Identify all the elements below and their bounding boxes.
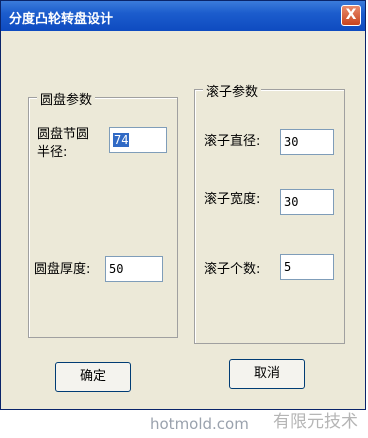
- disc-thickness-input[interactable]: 50: [105, 256, 163, 282]
- pitch-radius-input[interactable]: 74: [109, 127, 167, 153]
- close-button[interactable]: X: [341, 5, 361, 26]
- pitch-radius-label-line1: 圆盘节圆: [37, 127, 90, 142]
- roller-count-value: 5: [284, 260, 292, 274]
- cancel-button[interactable]: 取消: [229, 359, 305, 389]
- disc-thickness-value: 50: [109, 262, 124, 276]
- roller-width-value: 30: [284, 195, 299, 209]
- dialog-window: 分度凸轮转盘设计 X 圆盘参数 圆盘节圆 半径: 74 圆盘厚度: 50 滚子参…: [0, 0, 366, 410]
- disc-thickness-label: 圆盘厚度:: [34, 262, 91, 277]
- roller-params-legend: 滚子参数: [203, 81, 262, 100]
- roller-width-label: 滚子宽度:: [204, 192, 261, 207]
- roller-params-group: 滚子参数: [194, 81, 345, 344]
- pitch-radius-label-line2: 半径:: [37, 145, 68, 160]
- watermark-brand: 有限元技术: [273, 412, 358, 432]
- roller-diameter-label: 滚子直径:: [204, 134, 261, 149]
- ok-button[interactable]: 确定: [55, 362, 131, 392]
- roller-diameter-input[interactable]: 30: [280, 129, 334, 155]
- roller-width-input[interactable]: 30: [280, 189, 334, 215]
- roller-count-input[interactable]: 5: [280, 254, 334, 280]
- title-bar[interactable]: 分度凸轮转盘设计 X: [1, 1, 365, 31]
- window-title: 分度凸轮转盘设计: [9, 12, 114, 27]
- watermark-site: hotmold.com: [150, 415, 249, 433]
- roller-diameter-value: 30: [284, 135, 299, 149]
- roller-count-label: 滚子个数:: [204, 262, 261, 277]
- close-icon: X: [345, 7, 357, 23]
- disc-params-legend: 圆盘参数: [37, 89, 96, 108]
- pitch-radius-value: 74: [113, 133, 130, 147]
